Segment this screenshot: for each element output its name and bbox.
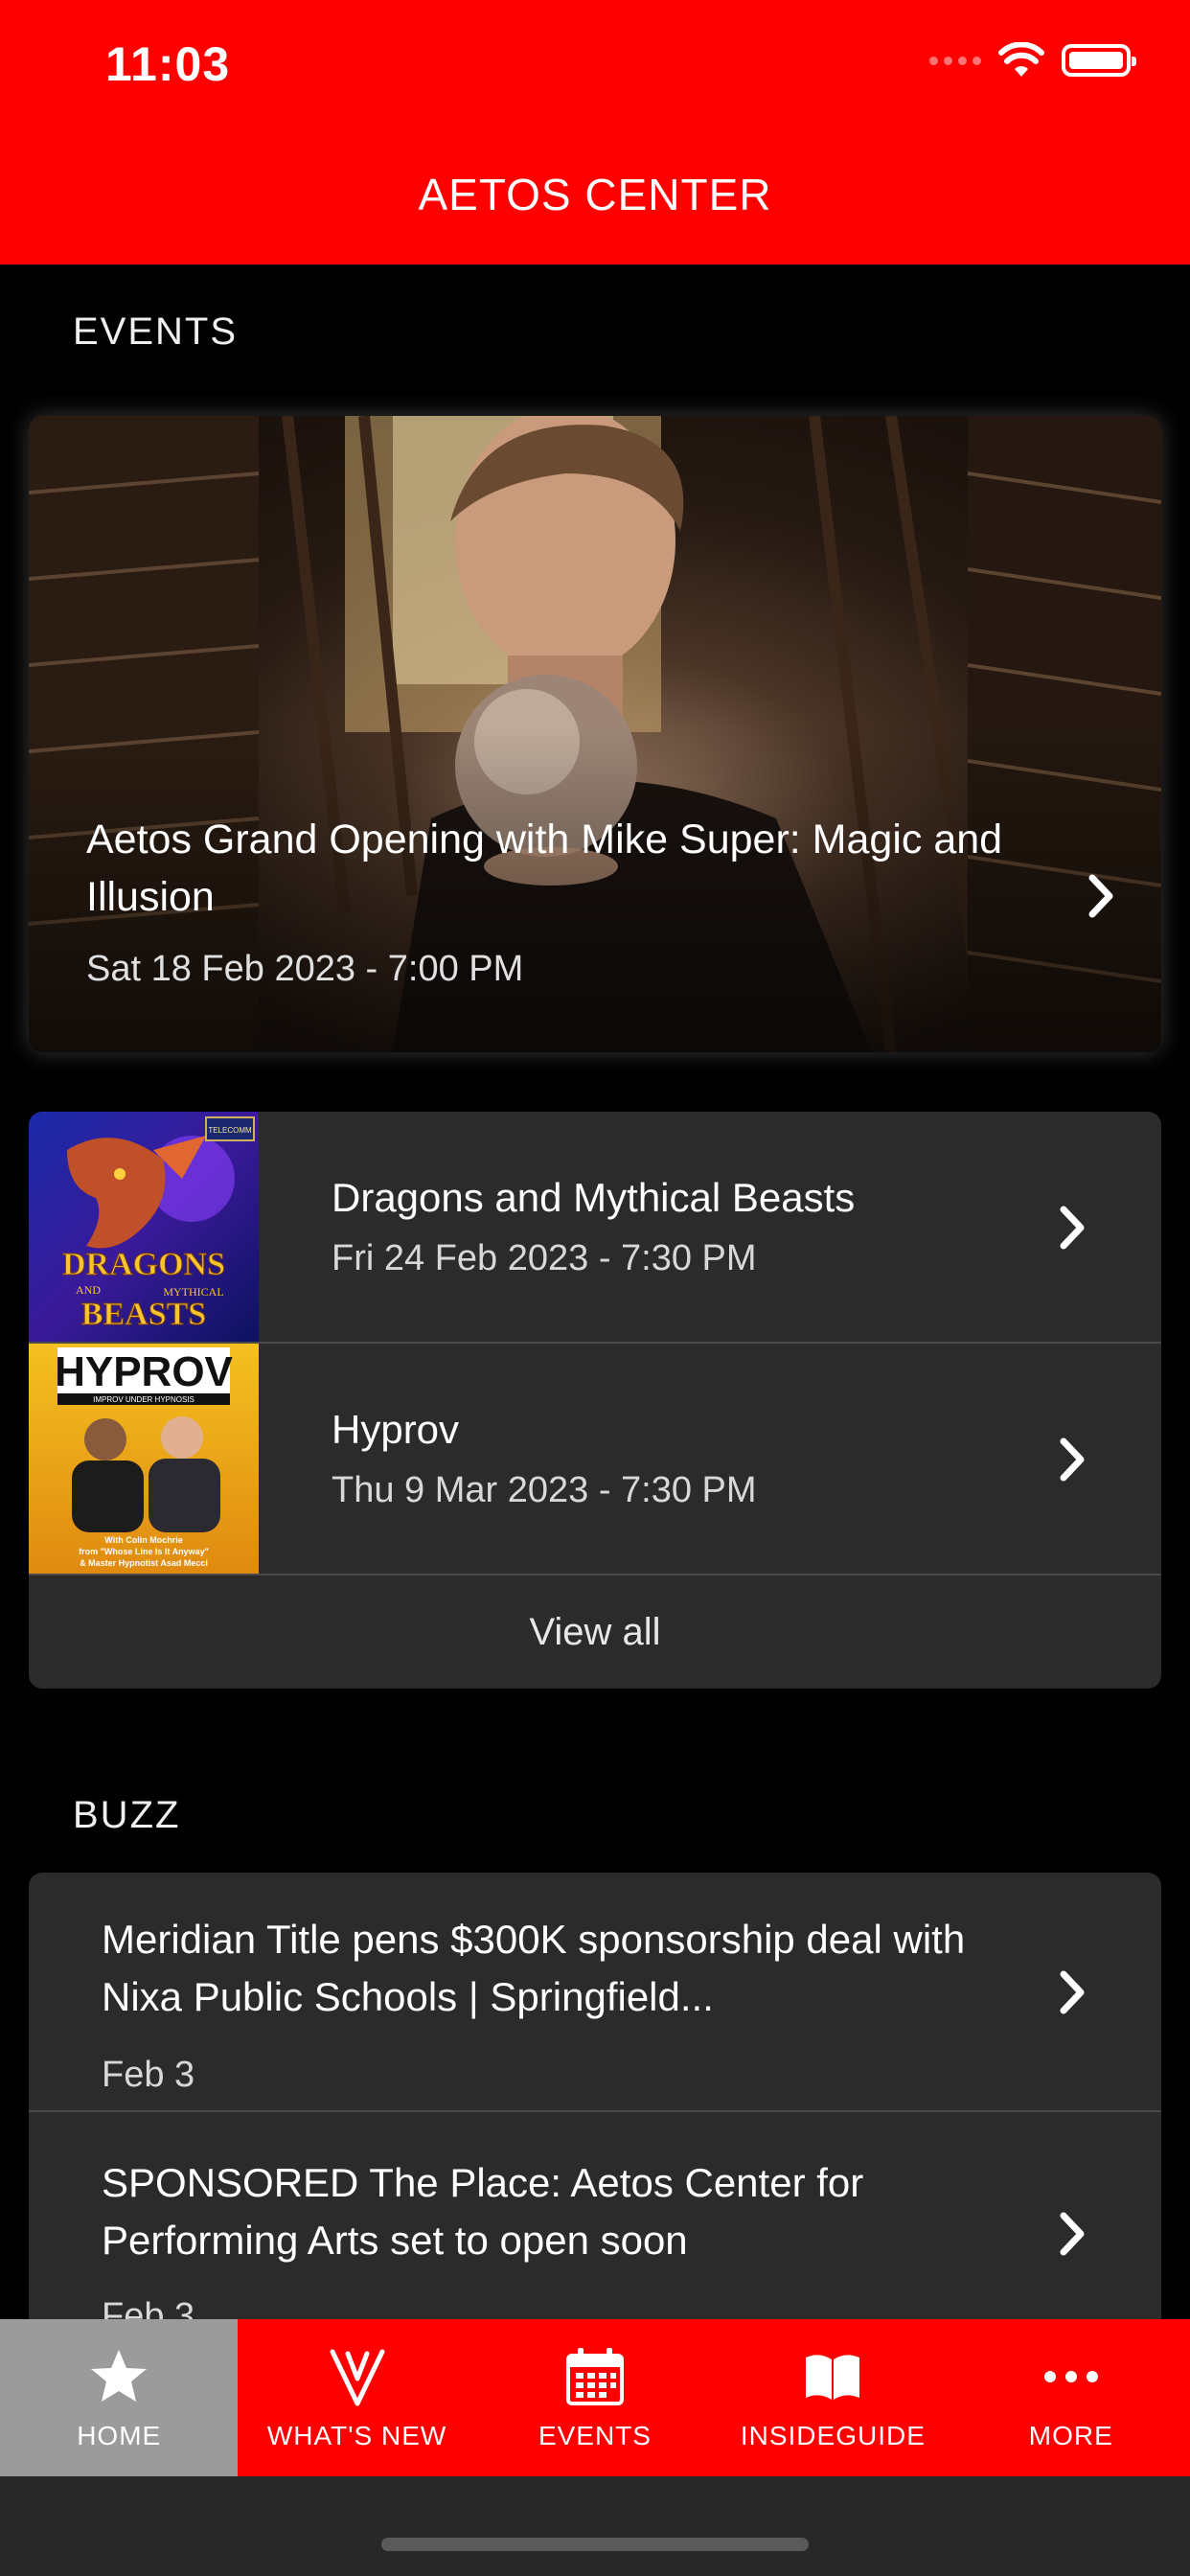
tab-label: MORE — [1028, 2421, 1113, 2450]
tab-home[interactable]: HOME — [0, 2319, 239, 2476]
calendar-icon — [565, 2348, 624, 2405]
event-thumbnail-dragons: TELECOMM DRAGONS AND MYTHICAL BEASTS — [29, 1112, 259, 1342]
view-all-events-button[interactable]: View all — [29, 1576, 1161, 1689]
chevron-right-icon — [1060, 2212, 1085, 2256]
more-dots-icon — [1043, 2371, 1098, 2382]
app-header: 11:03 AETOS CENTER — [0, 0, 1190, 264]
dragons-poster-title-1: DRAGONS — [62, 1247, 225, 1282]
buzz-item-date: Feb 3 — [102, 2055, 195, 2095]
buzz-list-card: Meridian Title pens $300K sponsorship de… — [29, 1873, 1161, 2371]
events-list-card: TELECOMM DRAGONS AND MYTHICAL BEASTS Dra… — [29, 1112, 1161, 1689]
whats-new-icon — [330, 2349, 385, 2406]
tab-label: EVENTS — [538, 2421, 652, 2450]
home-indicator[interactable] — [381, 2538, 809, 2551]
event-date: Thu 9 Mar 2023 - 7:30 PM — [332, 1470, 757, 1510]
events-section-title: EVENTS — [73, 310, 239, 353]
hyprov-poster-credit-1: With Colin Mochrie — [104, 1535, 182, 1545]
dragons-poster-logo: TELECOMM — [208, 1126, 252, 1135]
chevron-right-icon — [1060, 1438, 1085, 1482]
tab-label: WHAT'S NEW — [266, 2421, 447, 2450]
dragons-poster-image: TELECOMM DRAGONS AND MYTHICAL BEASTS — [29, 1112, 259, 1342]
hyprov-poster-credit-3: & Master Hypnotist Asad Mecci — [80, 1558, 208, 1568]
featured-event-card[interactable]: Aetos Grand Opening with Mike Super: Mag… — [29, 416, 1161, 1052]
status-icons — [929, 42, 1136, 79]
buzz-item[interactable]: Meridian Title pens $300K sponsorship de… — [29, 1873, 1161, 2112]
featured-event-date: Sat 18 Feb 2023 - 7:00 PM — [86, 949, 524, 989]
bottom-tab-bar: HOME WHAT'S NEW EVENTS INSIDEGUIDE MORE — [0, 2319, 1190, 2476]
status-time: 11:03 — [105, 37, 231, 91]
hyprov-poster-credit-2: from "Whose Line Is It Anyway" — [79, 1547, 209, 1556]
app-title: AETOS CENTER — [418, 170, 772, 219]
tab-label: INSIDEGUIDE — [740, 2421, 926, 2450]
dragons-poster-title-2: BEASTS — [81, 1297, 206, 1332]
event-date: Fri 24 Feb 2023 - 7:30 PM — [332, 1238, 757, 1278]
tab-label: HOME — [77, 2421, 162, 2450]
battery-icon — [1062, 44, 1136, 77]
featured-event-title: Aetos Grand Opening with Mike Super: Mag… — [86, 816, 1003, 920]
buzz-item-title: SPONSORED The Place: Aetos Center for Pe… — [102, 2160, 864, 2263]
tab-insideguide[interactable]: INSIDEGUIDE — [714, 2319, 951, 2476]
chevron-right-icon — [1088, 874, 1113, 918]
star-icon — [91, 2350, 148, 2402]
cellular-signal-icon — [929, 56, 981, 65]
wifi-icon — [998, 42, 1044, 77]
event-thumbnail-hyprov: HYPROV IMPROV UNDER HYPNOSIS With Colin … — [29, 1344, 259, 1574]
book-icon — [806, 2355, 860, 2400]
chevron-right-icon — [1060, 1206, 1085, 1250]
event-title: Dragons and Mythical Beasts — [332, 1175, 856, 1220]
dragons-poster-and: AND — [76, 1283, 101, 1297]
tab-events[interactable]: EVENTS — [476, 2319, 714, 2476]
buzz-item[interactable]: SPONSORED The Place: Aetos Center for Pe… — [29, 2112, 1161, 2352]
home-indicator-area — [0, 2476, 1190, 2576]
screen: 11:03 AETOS CENTER EVENTS Aetos Grand Op… — [0, 0, 1190, 2576]
buzz-item-title: Meridian Title pens $300K sponsorship de… — [102, 1917, 966, 2019]
buzz-section-title: BUZZ — [73, 1794, 181, 1836]
chevron-right-icon — [1060, 1970, 1085, 2014]
tab-whats-new[interactable]: WHAT'S NEW — [238, 2319, 475, 2476]
hyprov-poster-image: HYPROV IMPROV UNDER HYPNOSIS With Colin … — [29, 1344, 259, 1574]
hyprov-poster-brand: HYPROV — [55, 1348, 233, 1395]
event-row-hyprov[interactable]: HYPROV IMPROV UNDER HYPNOSIS With Colin … — [29, 1344, 1161, 1576]
event-row-dragons[interactable]: TELECOMM DRAGONS AND MYTHICAL BEASTS Dra… — [29, 1112, 1161, 1344]
hyprov-poster-tagline: IMPROV UNDER HYPNOSIS — [93, 1395, 195, 1404]
tab-more[interactable]: MORE — [952, 2319, 1190, 2476]
event-title: Hyprov — [332, 1407, 460, 1452]
